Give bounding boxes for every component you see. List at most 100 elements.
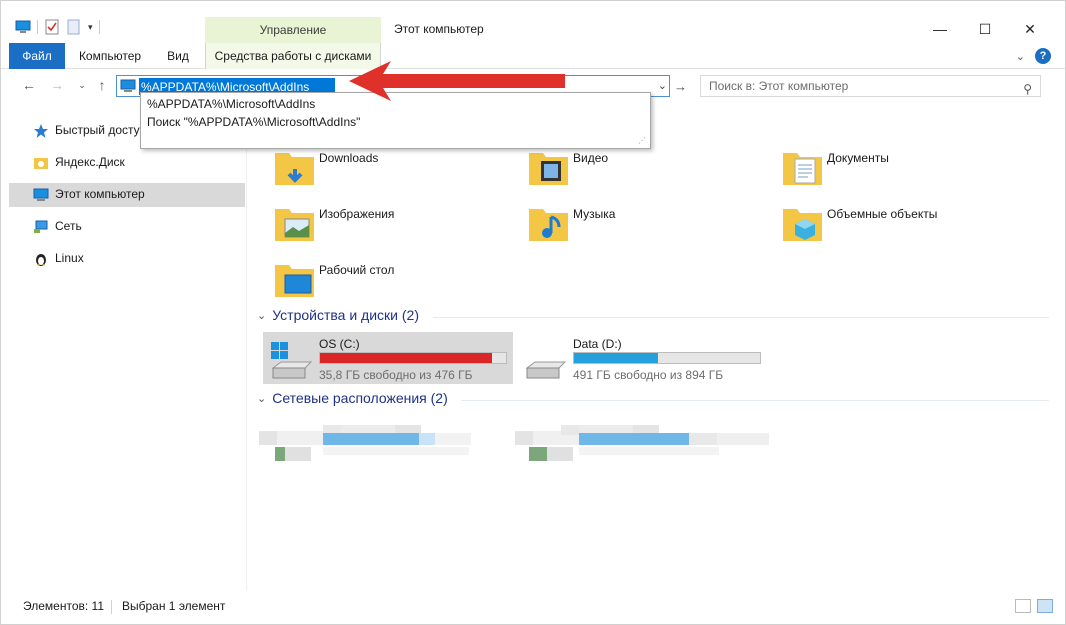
- folder-pictures[interactable]: Изображения: [273, 201, 523, 253]
- recent-locations-icon[interactable]: ⌄: [74, 77, 90, 93]
- folder-label: Объемные объекты: [827, 207, 938, 221]
- drive-name: Data (D:): [573, 337, 622, 351]
- star-icon: [34, 124, 48, 138]
- folder-label: Downloads: [319, 151, 379, 165]
- drive-usage-bar: [573, 352, 761, 364]
- computer-icon: [120, 79, 136, 92]
- tab-file[interactable]: Файл: [9, 43, 65, 69]
- red-arrow-annotation: [349, 61, 565, 101]
- folder-downloads[interactable]: Downloads: [273, 145, 523, 197]
- group-title: Устройства и диски (2): [272, 307, 419, 323]
- resize-grip-icon[interactable]: ⋰: [638, 136, 646, 145]
- drive-space-info: 491 ГБ свободно из 894 ГБ: [573, 368, 724, 382]
- view-switcher: [1015, 599, 1053, 613]
- drive-usage-bar: [319, 352, 507, 364]
- help-icon[interactable]: ?: [1035, 48, 1051, 64]
- search-icon: ⚲: [1023, 82, 1032, 96]
- windows-drive-icon: [271, 342, 313, 379]
- network-location-redacted[interactable]: [259, 415, 513, 463]
- linux-icon: [36, 254, 46, 266]
- folder-music[interactable]: Музыка: [527, 201, 777, 253]
- downloads-folder-icon: [275, 153, 314, 185]
- computer-icon: [33, 188, 49, 201]
- group-title: Сетевые расположения (2): [272, 390, 448, 406]
- chevron-down-icon: ⌄: [257, 392, 267, 405]
- folder-desktop[interactable]: Рабочий стол: [273, 257, 523, 309]
- sidebar-item-network[interactable]: Сеть: [9, 215, 245, 239]
- autocomplete-item[interactable]: %APPDATA%\Microsoft\AddIns: [147, 97, 315, 111]
- drive-c[interactable]: OS (C:) 35,8 ГБ свободно из 476 ГБ: [263, 332, 513, 384]
- customize-toolbar-icon[interactable]: ▾: [88, 22, 93, 33]
- explorer-window: ▾ Управление Этот компьютер — ☐ ✕ Файл К…: [0, 0, 1066, 625]
- sidebar-item-label: Яндекс.Диск: [55, 155, 125, 169]
- pictures-folder-icon: [275, 209, 314, 241]
- title-bar: ▾ Управление Этот компьютер — ☐ ✕: [1, 1, 1065, 43]
- documents-folder-icon: [783, 153, 822, 185]
- toolbar-divider: [98, 20, 100, 34]
- up-arrow-icon[interactable]: ↑: [94, 77, 110, 93]
- folder-label: Видео: [573, 151, 609, 165]
- search-box[interactable]: Поиск в: Этот компьютер ⚲: [700, 75, 1041, 97]
- properties-icon[interactable]: [44, 19, 60, 35]
- sidebar-item-linux[interactable]: Linux: [9, 247, 245, 271]
- selection-count: Выбран 1 элемент: [122, 599, 226, 613]
- folder-video[interactable]: Видео: [527, 145, 777, 197]
- video-folder-icon: [529, 153, 568, 185]
- search-placeholder: Поиск в: Этот компьютер: [709, 79, 849, 93]
- drive-name: OS (C:): [319, 337, 360, 351]
- status-bar: Элементов: 11 Выбран 1 элемент: [1, 597, 1065, 617]
- sidebar-item-label: Linux: [55, 251, 84, 265]
- details-view-icon[interactable]: [1015, 599, 1031, 613]
- manage-context-tab[interactable]: Управление: [205, 17, 381, 43]
- sidebar-item-label: Сеть: [55, 219, 82, 233]
- navigation-pane: Быстрый доступ Яндекс.Диск Этот компьюте…: [1, 101, 247, 591]
- folder-documents[interactable]: Документы: [781, 145, 1031, 197]
- computer-icon[interactable]: [15, 19, 31, 35]
- drive-d[interactable]: Data (D:) 491 ГБ свободно из 894 ГБ: [517, 332, 767, 384]
- pixelated-content: [515, 425, 769, 461]
- folder-label: Музыка: [573, 207, 616, 221]
- sidebar-item-yandex-disk[interactable]: Яндекс.Диск: [9, 151, 245, 175]
- drive-usage-fill: [574, 353, 658, 363]
- new-folder-icon[interactable]: [66, 19, 82, 35]
- network-location-redacted[interactable]: [515, 415, 771, 463]
- group-divider: [433, 317, 1049, 318]
- status-divider: [111, 600, 112, 614]
- chevron-down-icon[interactable]: ⌄: [1016, 50, 1025, 63]
- drive-space-info: 35,8 ГБ свободно из 476 ГБ: [319, 368, 473, 382]
- window-title: Этот компьютер: [394, 22, 484, 36]
- group-header-devices[interactable]: ⌄ Устройства и диски (2): [257, 307, 419, 323]
- go-arrow-icon[interactable]: →: [674, 79, 687, 94]
- large-icons-view-icon[interactable]: [1037, 599, 1053, 613]
- ribbon-right-controls: ⌄ ?: [1016, 48, 1051, 64]
- folder-3d-objects[interactable]: Объемные объекты: [781, 201, 1031, 253]
- back-arrow-icon[interactable]: ←: [21, 77, 37, 93]
- sidebar-item-this-pc[interactable]: Этот компьютер: [9, 183, 245, 207]
- folder-label: Изображения: [319, 207, 395, 221]
- folder-label: Рабочий стол: [319, 263, 395, 277]
- maximize-button[interactable]: ☐: [962, 15, 1008, 43]
- forward-arrow-icon[interactable]: →: [49, 77, 65, 93]
- yandex-disk-icon: [34, 158, 48, 169]
- close-button[interactable]: ✕: [1007, 15, 1053, 43]
- pixelated-content: [259, 425, 471, 461]
- address-dropdown-icon[interactable]: ⌄: [658, 79, 667, 92]
- 3d-objects-folder-icon: [783, 209, 822, 241]
- music-folder-icon: [529, 209, 568, 241]
- folder-label: Документы: [827, 151, 889, 165]
- item-count: Элементов: 11: [23, 599, 104, 613]
- autocomplete-item[interactable]: Поиск "%APPDATA%\Microsoft\AddIns": [147, 115, 360, 129]
- group-header-network[interactable]: ⌄ Сетевые расположения (2): [257, 390, 448, 406]
- hard-drive-icon: [525, 361, 567, 379]
- chevron-down-icon: ⌄: [257, 309, 267, 322]
- tab-computer[interactable]: Компьютер: [71, 43, 149, 69]
- toolbar-divider: [37, 20, 38, 34]
- minimize-button[interactable]: —: [917, 15, 963, 43]
- drive-usage-fill: [320, 353, 493, 363]
- quick-access-toolbar: ▾: [15, 19, 100, 35]
- sidebar-item-label: Этот компьютер: [55, 187, 145, 201]
- group-divider: [461, 400, 1049, 401]
- tab-view[interactable]: Вид: [155, 43, 201, 69]
- content-pane: Downloads Видео Документы Изображения Му…: [251, 101, 1051, 591]
- network-icon: [34, 220, 48, 233]
